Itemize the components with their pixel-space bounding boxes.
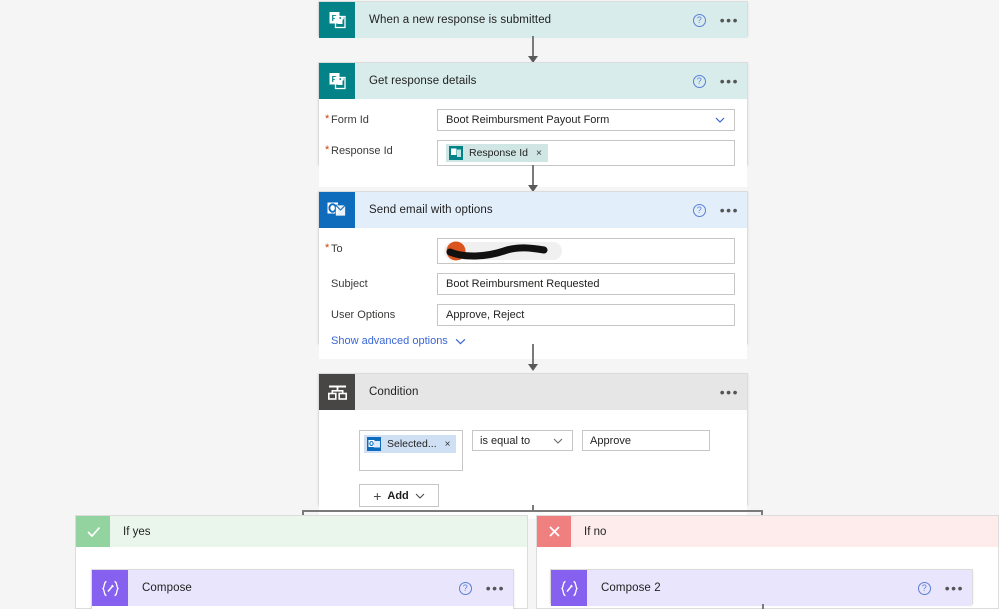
form-id-value: Boot Reimbursment Payout Form (446, 114, 610, 126)
flow-step-send-email-with-options[interactable]: Send email with options ? ••• To (318, 191, 748, 359)
chevron-down-icon (715, 117, 725, 123)
token-remove-icon[interactable]: × (445, 439, 451, 450)
step-menu-button[interactable]: ••• (720, 13, 739, 27)
token-label: Selected... (387, 438, 437, 450)
step-header-actions: ? ••• (917, 570, 964, 606)
step-body: To Subject Boot Reimbursment Requested (319, 228, 747, 359)
connector-line (532, 344, 534, 366)
flow-step-trigger[interactable]: F When a new response is submitted ? ••• (318, 1, 748, 38)
condition-operator-dropdown[interactable]: is equal to (472, 430, 573, 451)
connector-line (762, 604, 764, 609)
step-menu-button[interactable]: ••• (720, 74, 739, 88)
help-icon[interactable]: ? (692, 74, 706, 88)
flow-step-compose[interactable]: Compose ? ••• (91, 569, 514, 609)
step-header-actions: ? ••• (692, 2, 739, 38)
branch-split-horizontal (302, 510, 762, 512)
token-remove-icon[interactable]: × (536, 148, 542, 159)
flow-designer-canvas: F When a new response is submitted ? •••… (0, 0, 999, 609)
field-subject: Subject Boot Reimbursment Requested (331, 273, 735, 295)
token-label: Response Id (469, 147, 528, 159)
response-id-input[interactable]: Response Id × (437, 140, 735, 166)
condition-row: Selected... × is equal to Approve (359, 430, 735, 471)
step-header[interactable]: F Get response details ? ••• (319, 63, 747, 99)
subject-input[interactable]: Boot Reimbursment Requested (437, 273, 735, 295)
recipient-chip-redacted (442, 240, 592, 262)
chevron-down-icon (455, 338, 466, 345)
chevron-down-icon (553, 438, 563, 444)
help-icon[interactable]: ? (458, 581, 472, 595)
chevron-down-icon (415, 493, 425, 499)
cross-icon (537, 516, 571, 547)
help-icon[interactable]: ? (692, 203, 706, 217)
help-icon[interactable]: ? (692, 13, 706, 27)
branch-if-no: If no Compose 2 ? ••• (536, 515, 999, 609)
connector-line (532, 36, 534, 58)
step-menu-button[interactable]: ••• (486, 581, 505, 595)
compose-icon (92, 570, 128, 606)
microsoft-forms-icon: F (319, 63, 355, 99)
step-header[interactable]: F When a new response is submitted ? ••• (319, 2, 747, 38)
connector-arrow (528, 364, 538, 371)
step-title: Compose 2 (601, 582, 661, 594)
condition-operator-value: is equal to (480, 434, 531, 447)
condition-value: Approve (590, 434, 631, 447)
subject-value: Boot Reimbursment Requested (446, 278, 600, 290)
microsoft-forms-icon: F (319, 2, 355, 38)
step-header[interactable]: Condition ••• (319, 374, 747, 410)
to-recipient-input[interactable] (437, 238, 735, 264)
add-condition-label: Add (387, 489, 409, 502)
field-label: Response Id (325, 140, 437, 157)
compose-icon (551, 570, 587, 606)
flow-step-condition[interactable]: Condition ••• Selected... × is equal to … (318, 373, 748, 519)
field-user-options: User Options Approve, Reject (331, 304, 735, 326)
form-id-dropdown[interactable]: Boot Reimbursment Payout Form (437, 109, 735, 131)
field-label: Subject (331, 278, 368, 290)
user-options-value: Approve, Reject (446, 309, 525, 321)
step-header[interactable]: Compose ? ••• (92, 570, 513, 606)
show-advanced-options-label: Show advanced options (331, 335, 448, 347)
user-options-input[interactable]: Approve, Reject (437, 304, 735, 326)
condition-left-input[interactable]: Selected... × (359, 430, 463, 471)
step-header[interactable]: Compose 2 ? ••• (551, 570, 972, 606)
checkmark-icon (76, 516, 110, 547)
step-menu-button[interactable]: ••• (720, 385, 739, 399)
step-title: Compose (142, 582, 192, 594)
step-header[interactable]: Send email with options ? ••• (319, 192, 747, 228)
field-to: To (325, 238, 735, 264)
dynamic-token-response-id[interactable]: Response Id × (446, 144, 548, 162)
connector-line (532, 165, 534, 187)
add-condition-button[interactable]: + Add (359, 484, 439, 507)
condition-value-input[interactable]: Approve (582, 430, 710, 451)
step-title: When a new response is submitted (369, 14, 552, 26)
step-header-actions: ? ••• (692, 63, 739, 99)
step-body: Selected... × is equal to Approve + Add (319, 410, 747, 519)
outlook-icon (367, 437, 381, 451)
step-menu-button[interactable]: ••• (720, 203, 739, 217)
branch-header-yes: If yes (76, 516, 527, 547)
field-label: User Options (331, 309, 396, 321)
dynamic-token-selected-option[interactable]: Selected... × (364, 435, 457, 453)
flow-step-compose-2[interactable]: Compose 2 ? ••• (550, 569, 973, 606)
condition-icon (319, 374, 355, 410)
field-form-id: Form Id Boot Reimbursment Payout Form (325, 109, 735, 131)
step-menu-button[interactable]: ••• (945, 581, 964, 595)
branch-label-yes: If yes (123, 525, 151, 538)
branch-label-no: If no (584, 525, 607, 538)
step-title: Get response details (369, 75, 477, 87)
step-title: Send email with options (369, 204, 493, 216)
field-label: To (325, 238, 437, 255)
step-title: Condition (369, 386, 419, 398)
field-response-id: Response Id Response Id × (325, 140, 735, 166)
microsoft-forms-icon (449, 146, 463, 160)
outlook-icon (319, 192, 355, 228)
plus-icon: + (373, 487, 382, 504)
branch-if-yes: If yes Compose ? ••• (75, 515, 528, 609)
step-header-actions: ••• (720, 374, 739, 410)
step-header-actions: ? ••• (458, 570, 505, 606)
field-label: Form Id (325, 109, 437, 126)
flow-step-get-response-details[interactable]: F Get response details ? ••• Form Id Boo… (318, 62, 748, 187)
help-icon[interactable]: ? (917, 581, 931, 595)
branch-header-no: If no (537, 516, 998, 547)
step-header-actions: ? ••• (692, 192, 739, 228)
